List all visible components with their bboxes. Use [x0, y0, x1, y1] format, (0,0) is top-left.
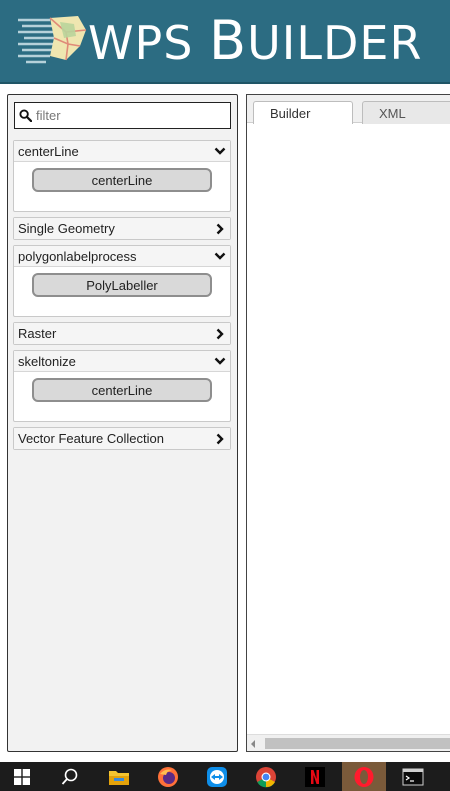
group-header[interactable]: Raster: [14, 323, 230, 344]
group-header[interactable]: Single Geometry: [14, 218, 230, 239]
taskbar: [0, 762, 450, 791]
netflix-icon: [305, 766, 325, 787]
chevron-right-icon: [216, 433, 224, 444]
scroll-left-icon[interactable]: [251, 740, 255, 748]
group-header[interactable]: Vector Feature Collection: [14, 428, 230, 449]
app-title: WPS BUILDER: [88, 12, 422, 72]
tab-xml[interactable]: XML: [362, 101, 450, 124]
group-label: centerLine: [18, 143, 79, 159]
group-header[interactable]: polygonlabelprocess: [14, 246, 230, 267]
title-part-b: B: [209, 9, 248, 72]
title-part-uilder: UILDER: [247, 16, 423, 70]
search-icon: [61, 768, 78, 785]
firefox-button[interactable]: [146, 762, 190, 791]
windows-start-icon: [14, 768, 30, 785]
chrome-button[interactable]: [244, 762, 288, 791]
app-header: WPS BUILDER: [0, 0, 450, 84]
process-button-centerline-skeltonize[interactable]: centerLine: [32, 378, 212, 402]
filter-input[interactable]: [36, 108, 216, 123]
process-button-centerline[interactable]: centerLine: [32, 168, 212, 192]
group-label: Vector Feature Collection: [18, 431, 164, 446]
windows-start-button[interactable]: [0, 762, 44, 791]
group-skeltonize: skeltonize centerLine: [13, 350, 231, 422]
process-panel: centerLine centerLine Single Geometry po…: [7, 94, 238, 752]
group-polygonlabelprocess: polygonlabelprocess PolyLabeller: [13, 245, 231, 317]
firefox-icon: [158, 766, 178, 787]
group-label: polygonlabelprocess: [18, 248, 137, 264]
wps-logo-icon: [18, 16, 87, 64]
chevron-down-icon: [214, 357, 226, 365]
tab-builder[interactable]: Builder: [253, 101, 353, 124]
scrollbar-thumb[interactable]: [265, 738, 450, 749]
teamviewer-button[interactable]: [195, 762, 239, 791]
group-single-geometry: Single Geometry: [13, 217, 231, 240]
chevron-right-icon: [216, 223, 224, 234]
taskbar-search-button[interactable]: [48, 762, 92, 791]
builder-panel: Builder XML: [246, 94, 450, 752]
group-vector-feature-collection: Vector Feature Collection: [13, 427, 231, 450]
group-label: Single Geometry: [18, 221, 115, 236]
file-explorer-icon: [109, 770, 129, 785]
group-centerline: centerLine centerLine: [13, 140, 231, 212]
terminal-button[interactable]: [391, 762, 435, 791]
opera-icon: [354, 766, 374, 787]
group-header[interactable]: skeltonize: [14, 351, 230, 372]
search-icon: [19, 109, 32, 122]
chevron-right-icon: [216, 328, 224, 339]
chevron-down-icon: [214, 147, 226, 155]
group-header[interactable]: centerLine: [14, 141, 230, 162]
group-body: centerLine: [14, 162, 230, 211]
group-body: centerLine: [14, 372, 230, 421]
tab-bar: Builder XML: [247, 95, 450, 124]
process-button-polylabeller[interactable]: PolyLabeller: [32, 273, 212, 297]
opera-button[interactable]: [342, 762, 386, 791]
filter-box[interactable]: [14, 102, 231, 129]
chevron-down-icon: [214, 252, 226, 260]
horizontal-scrollbar[interactable]: [247, 734, 450, 751]
terminal-icon: [402, 768, 424, 785]
chrome-icon: [256, 766, 276, 787]
group-raster: Raster: [13, 322, 231, 345]
netflix-button[interactable]: [293, 762, 337, 791]
title-part-wps: WPS: [88, 16, 210, 70]
group-body: PolyLabeller: [14, 267, 230, 316]
file-explorer-button[interactable]: [97, 762, 141, 791]
group-label: skeltonize: [18, 353, 76, 369]
teamviewer-icon: [207, 766, 227, 787]
group-label: Raster: [18, 326, 57, 341]
